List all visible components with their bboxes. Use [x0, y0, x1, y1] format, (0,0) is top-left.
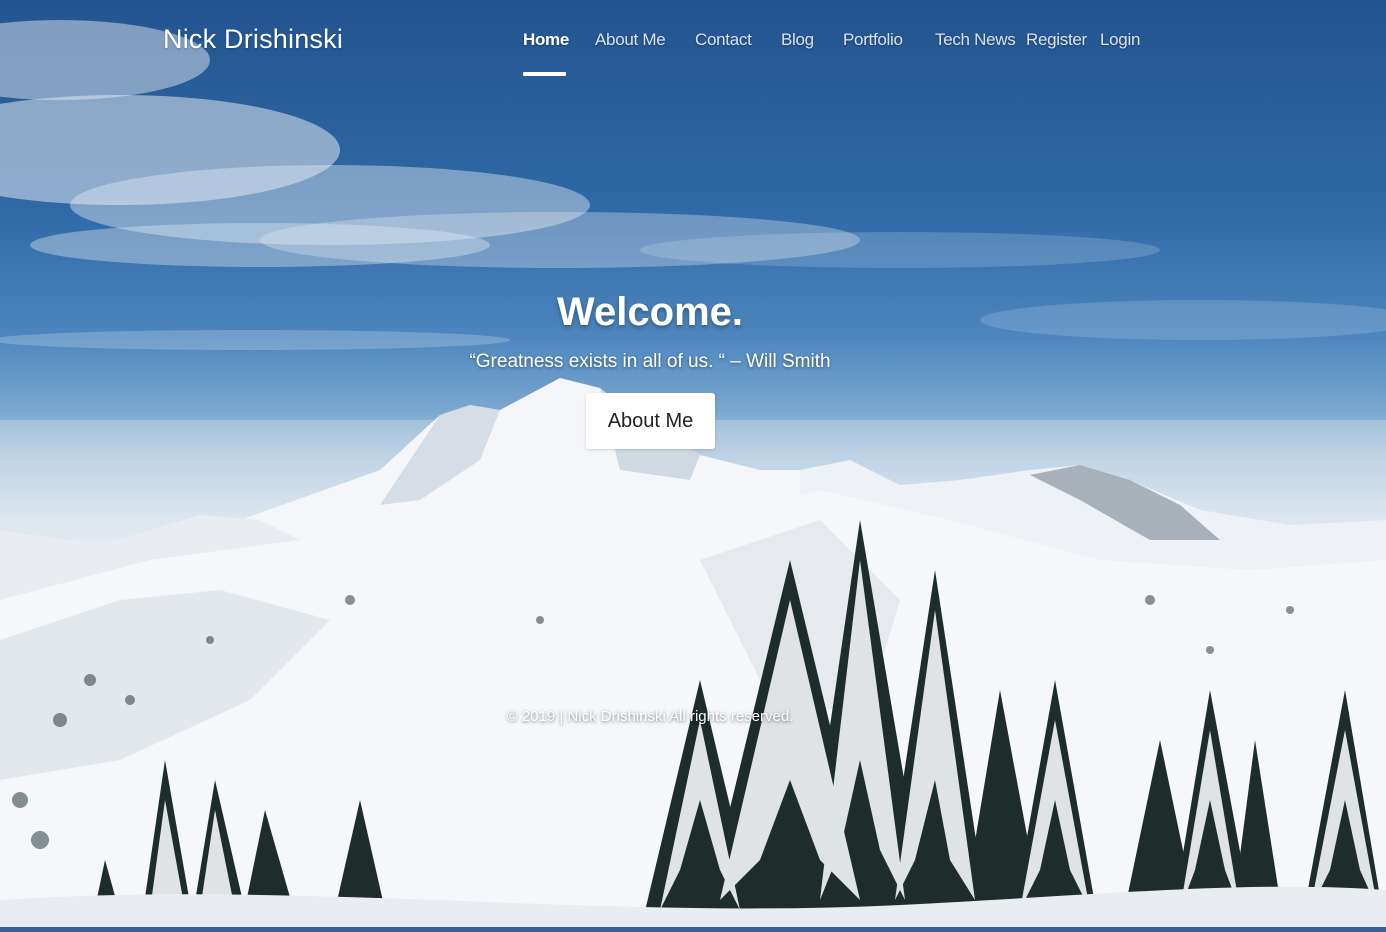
active-nav-indicator	[523, 72, 566, 76]
nav-item-portfolio[interactable]: Portfolio	[843, 30, 903, 50]
nav-item-register[interactable]: Register	[1026, 30, 1087, 50]
hero-quote: “Greatness exists in all of us. “ – Will…	[469, 351, 831, 372]
nav-item-contact[interactable]: Contact	[695, 30, 752, 50]
site-brand-logo[interactable]: Nick Drishinski	[163, 24, 343, 55]
about-me-button[interactable]: About Me	[586, 393, 715, 449]
hero-background	[0, 0, 1386, 932]
bottom-edge-bar	[0, 927, 1386, 932]
nav-item-login[interactable]: Login	[1100, 30, 1140, 50]
footer-suffix: All rights reserved.	[669, 708, 794, 725]
footer-prefix: © 2019 |	[506, 708, 564, 725]
hero-heading: Welcome.	[557, 290, 743, 334]
mountain-landscape-image	[0, 20, 1386, 932]
nav-item-tech-news[interactable]: Tech News	[935, 30, 1016, 50]
nav-item-home[interactable]: Home	[523, 30, 569, 50]
nav-item-blog[interactable]: Blog	[781, 30, 814, 50]
footer-owner-name: Nick Drishinski	[567, 708, 666, 725]
footer-copyright: © 2019 | Nick Drishinski All rights rese…	[0, 708, 1386, 725]
nav-item-about-me[interactable]: About Me	[595, 30, 666, 50]
